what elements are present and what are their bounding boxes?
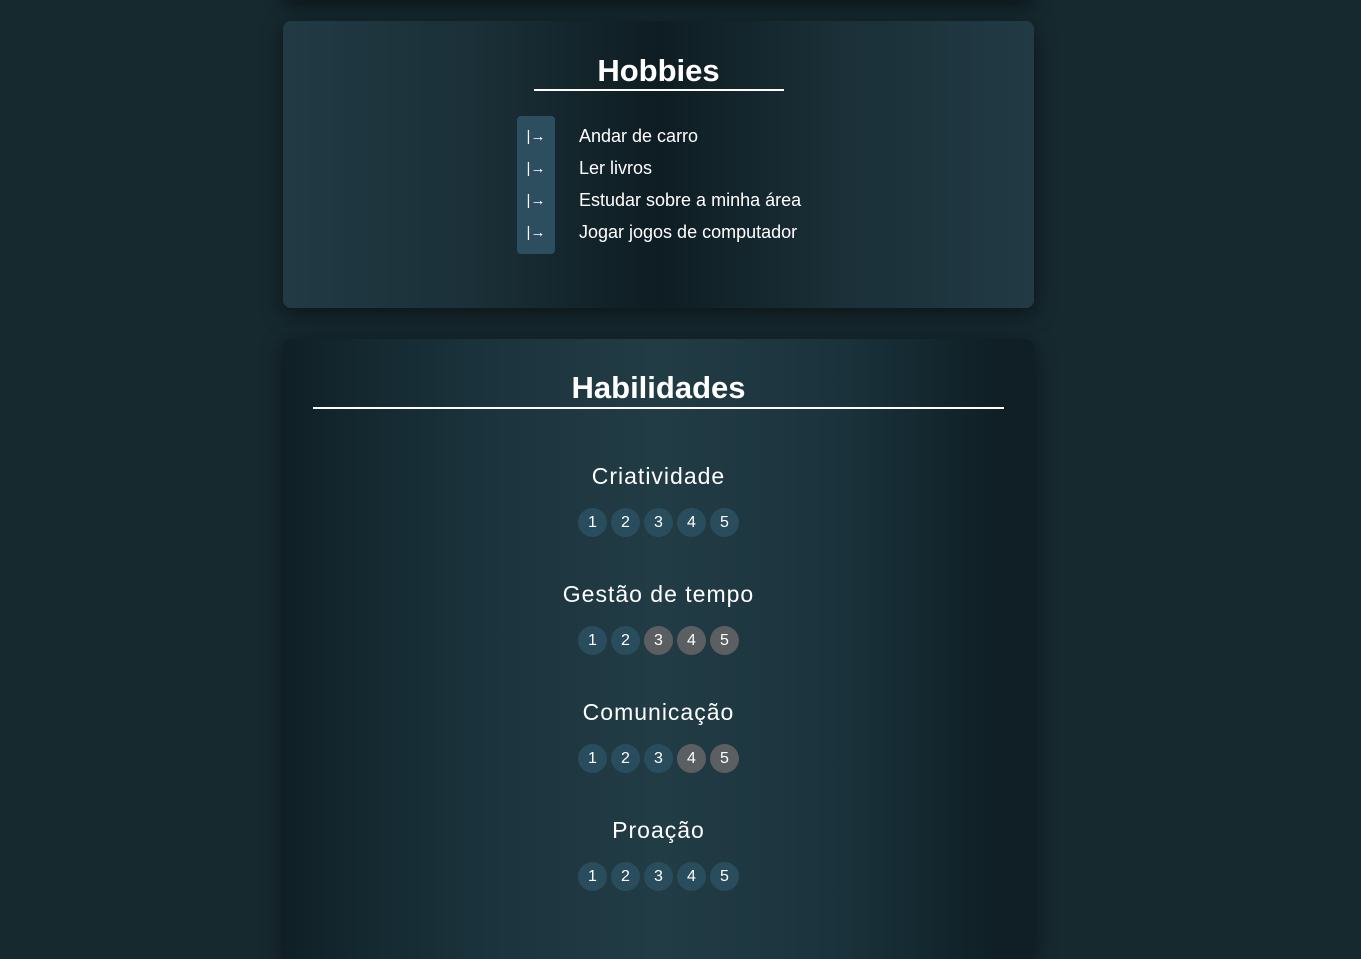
hobby-item: Jogar jogos de computador xyxy=(579,222,798,242)
title-underline xyxy=(313,407,1004,409)
rating-dot: 3 xyxy=(644,626,673,655)
rating-dot: 2 xyxy=(611,508,640,537)
skill-rating: 12345 xyxy=(283,744,1034,773)
rating-dot: 2 xyxy=(611,626,640,655)
rating-dot: 3 xyxy=(644,508,673,537)
hobby-icon-column: |→ |→ |→ |→ xyxy=(517,116,555,254)
skill-name: Comunicação xyxy=(582,699,735,725)
skill-name: Criatividade xyxy=(591,463,726,489)
skill-rating: 12345 xyxy=(283,626,1034,655)
skill-item: Comunicação 1 2 3 4 5 xyxy=(283,699,1034,773)
rating-dot: 2 xyxy=(611,744,640,773)
rating-dot: 4 xyxy=(677,862,706,891)
rating-dot: 5 xyxy=(710,862,739,891)
skill-name: Gestão de tempo xyxy=(562,581,755,607)
skill-rating: 12345 xyxy=(283,508,1034,537)
title-underline xyxy=(534,89,784,91)
hobby-item: Andar de carro xyxy=(579,126,699,146)
skill-item: Criatividade 1 2 3 4 5 xyxy=(283,463,1034,537)
hobby-item: Estudar sobre a minha área xyxy=(579,190,802,210)
arrow-right-to-bar-icon: |→ xyxy=(526,224,546,241)
rating-dot: 4 xyxy=(677,626,706,655)
arrow-right-to-bar-icon: |→ xyxy=(526,128,546,145)
rating-dot: 1 xyxy=(578,744,607,773)
rating-dot: 5 xyxy=(710,744,739,773)
skill-item: Gestão de tempo 1 2 3 4 5 xyxy=(283,581,1034,655)
hobbies-card: Hobbies |→ |→ |→ |→ Andar de carro Ler l… xyxy=(283,21,1034,308)
rating-dot: 3 xyxy=(644,744,673,773)
skill-item: Proação 1 2 3 4 5 xyxy=(283,817,1034,891)
rating-dot: 3 xyxy=(644,862,673,891)
rating-dot: 4 xyxy=(677,744,706,773)
rating-dot: 1 xyxy=(578,508,607,537)
rating-dot: 1 xyxy=(578,626,607,655)
skills-title: Habilidades xyxy=(571,370,746,405)
rating-dot: 5 xyxy=(710,626,739,655)
rating-dot: 2 xyxy=(611,862,640,891)
arrow-right-to-bar-icon: |→ xyxy=(526,160,546,177)
arrow-right-to-bar-icon: |→ xyxy=(526,192,546,209)
skill-rating: 12345 xyxy=(283,862,1034,891)
hobby-item: Ler livros xyxy=(579,158,653,178)
hobbies-title: Hobbies xyxy=(597,53,720,88)
rating-dot: 1 xyxy=(578,862,607,891)
rating-dot: 4 xyxy=(677,508,706,537)
rating-dot: 5 xyxy=(710,508,739,537)
skills-card: Habilidades Criatividade 1 2 3 4 5 Gestão de t… xyxy=(283,339,1034,959)
skill-name: Proação xyxy=(612,817,705,843)
